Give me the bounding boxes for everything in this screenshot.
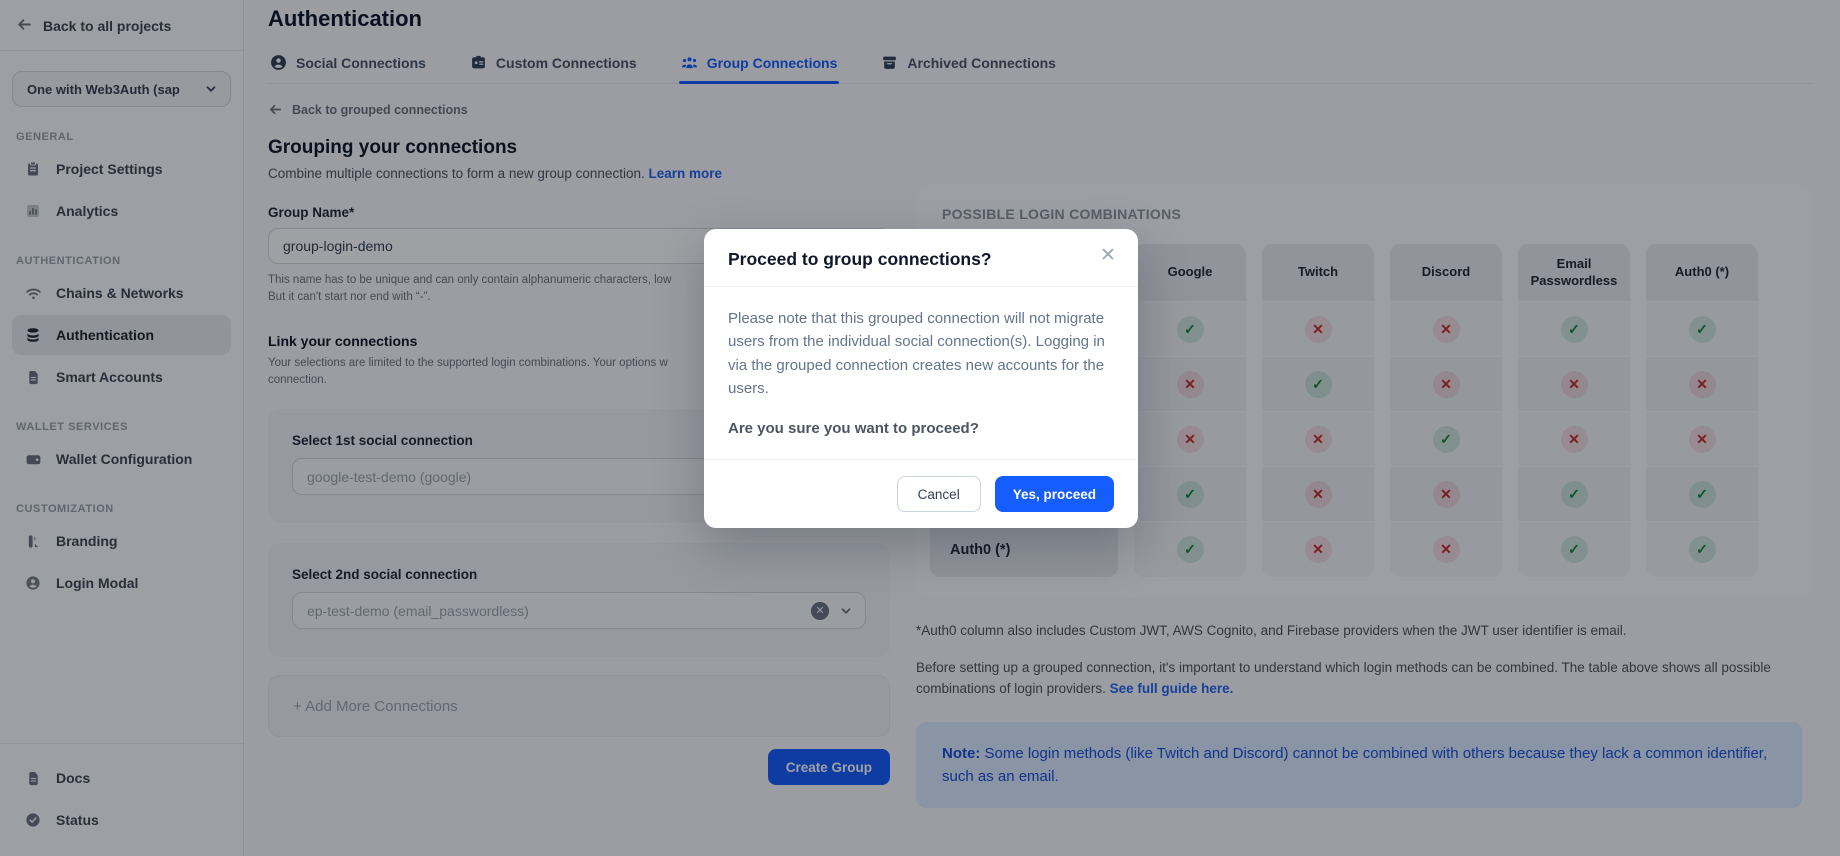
modal-body-text: Please note that this grouped connection…	[728, 307, 1114, 400]
modal-question: Are you sure you want to proceed?	[728, 420, 1114, 437]
modal-title: Proceed to group connections?	[728, 249, 1114, 270]
proceed-modal: Proceed to group connections? ✕ Please n…	[704, 229, 1138, 528]
yes-proceed-button[interactable]: Yes, proceed	[995, 476, 1114, 512]
modal-body: Please note that this grouped connection…	[704, 287, 1138, 459]
app-root: Back to all projects One with Web3Auth (…	[0, 0, 1840, 856]
close-icon[interactable]: ✕	[1094, 241, 1122, 269]
cancel-button[interactable]: Cancel	[897, 476, 981, 512]
modal-header: Proceed to group connections? ✕	[704, 229, 1138, 286]
modal-footer: Cancel Yes, proceed	[704, 460, 1138, 528]
